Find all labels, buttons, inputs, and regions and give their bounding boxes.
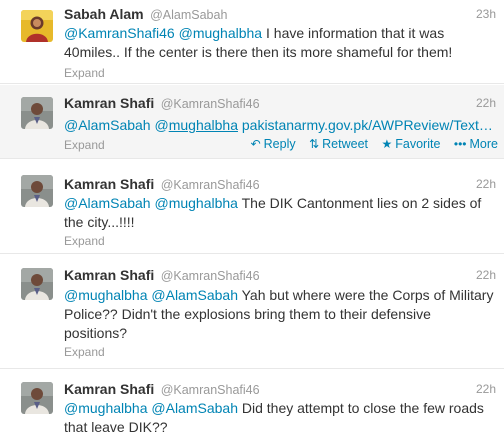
tweet-header: Kamran Shafi @KamranShafi46 22h xyxy=(64,176,496,194)
tweet-header: Kamran Shafi @KamranShafi46 22h xyxy=(64,95,496,113)
tweet-fullname[interactable]: Kamran Shafi xyxy=(64,95,154,111)
favorite-label: Favorite xyxy=(395,137,441,151)
tweet-fullname[interactable]: Kamran Shafi xyxy=(64,176,154,192)
expand-link[interactable]: Expand xyxy=(64,66,105,80)
tweet-username[interactable]: @KamranShafi46 xyxy=(161,269,260,283)
avatar-man-portrait-icon xyxy=(21,97,53,129)
favorite-button[interactable]: ★ Favorite xyxy=(382,137,441,151)
tweet-item[interactable]: Sabah Alam @AlamSabah 23h @KamranShafi46… xyxy=(0,0,504,84)
tweet-username[interactable]: @KamranShafi46 xyxy=(161,97,260,111)
star-icon: ★ xyxy=(381,137,393,151)
mention-link[interactable]: @mughalbha xyxy=(64,287,148,303)
retweet-icon: ⇅ xyxy=(309,137,320,151)
reply-button[interactable]: ↶ Reply xyxy=(251,137,296,151)
mention-link[interactable]: @AlamSabah xyxy=(151,400,238,416)
retweet-button[interactable]: ⇅ Retweet xyxy=(309,137,368,151)
tweet-timestamp[interactable]: 22h xyxy=(476,382,496,396)
mention-link[interactable]: @AlamSabah xyxy=(151,287,238,303)
avatar-man-portrait-icon xyxy=(21,268,53,300)
tweet-timestamp[interactable]: 23h xyxy=(476,7,496,21)
expand-link[interactable]: Expand xyxy=(64,345,105,359)
tweet-item[interactable]: Kamran Shafi @KamranShafi46 22h @mughalb… xyxy=(0,370,504,438)
tweet-text: @mughalbha @AlamSabah Yah but where were… xyxy=(64,286,494,343)
tweet-fullname[interactable]: Sabah Alam xyxy=(64,6,144,22)
avatar[interactable] xyxy=(21,175,53,207)
more-label: More xyxy=(469,137,498,151)
avatar[interactable] xyxy=(21,268,53,300)
mention-link[interactable]: mughalbha xyxy=(169,117,238,133)
url-link[interactable]: pakistanarmy.gov.pk/AWPReview/Text… xyxy=(242,117,493,133)
tweet-fullname[interactable]: Kamran Shafi xyxy=(64,381,154,397)
more-dots-icon: ••• xyxy=(453,137,467,151)
avatar-man-portrait-icon xyxy=(21,382,53,414)
tweet-header: Kamran Shafi @KamranShafi46 22h xyxy=(64,381,496,399)
avatar[interactable] xyxy=(21,382,53,414)
avatar[interactable] xyxy=(21,10,53,42)
tweet-header: Sabah Alam @AlamSabah 23h xyxy=(64,6,496,24)
tweet-username[interactable]: @AlamSabah xyxy=(150,8,227,22)
reply-icon: ↶ xyxy=(250,137,261,151)
avatar[interactable] xyxy=(21,97,53,129)
mention-link[interactable]: @mughalbha xyxy=(179,25,263,41)
tweet-text: @mughalbha @AlamSabah Did they attempt t… xyxy=(64,399,494,437)
mention-link[interactable]: @KamranShafi46 xyxy=(64,25,175,41)
reply-label: Reply xyxy=(263,137,296,151)
mention-link[interactable]: @ xyxy=(154,117,168,133)
avatar-man-portrait-icon xyxy=(21,175,53,207)
tweet-header: Kamran Shafi @KamranShafi46 22h xyxy=(64,267,496,285)
mention-link[interactable]: @mughalbha xyxy=(154,195,238,211)
retweet-label: Retweet xyxy=(322,137,369,151)
avatar-yellow-portrait-icon xyxy=(21,10,53,42)
tweet-text: @AlamSabah @mughalbha The DIK Cantonment… xyxy=(64,194,494,232)
mention-link[interactable]: @AlamSabah xyxy=(64,195,151,211)
tweet-item[interactable]: Kamran Shafi @KamranShafi46 22h @AlamSab… xyxy=(0,85,504,159)
expand-link[interactable]: Expand xyxy=(64,138,105,152)
more-button[interactable]: ••• More xyxy=(454,137,498,151)
tweet-username[interactable]: @KamranShafi46 xyxy=(161,178,260,192)
tweet-text: @AlamSabah @mughalbha pakistanarmy.gov.p… xyxy=(64,116,494,135)
expand-link[interactable]: Expand xyxy=(64,234,105,248)
mention-link[interactable]: @AlamSabah xyxy=(64,117,151,133)
tweet-timestamp[interactable]: 22h xyxy=(476,268,496,282)
tweet-item[interactable]: Kamran Shafi @KamranShafi46 22h @AlamSab… xyxy=(0,160,504,254)
tweet-timestamp[interactable]: 22h xyxy=(476,96,496,110)
tweet-fullname[interactable]: Kamran Shafi xyxy=(64,267,154,283)
tweet-item[interactable]: Kamran Shafi @KamranShafi46 22h @mughalb… xyxy=(0,255,504,369)
mention-link[interactable]: @mughalbha xyxy=(64,400,148,416)
tweet-timestamp[interactable]: 22h xyxy=(476,177,496,191)
tweet-username[interactable]: @KamranShafi46 xyxy=(161,383,260,397)
tweet-text: @KamranShafi46 @mughalbha I have informa… xyxy=(64,24,494,62)
tweet-actions: ↶ Reply ⇅ Retweet ★ Favorite ••• More xyxy=(241,137,498,151)
